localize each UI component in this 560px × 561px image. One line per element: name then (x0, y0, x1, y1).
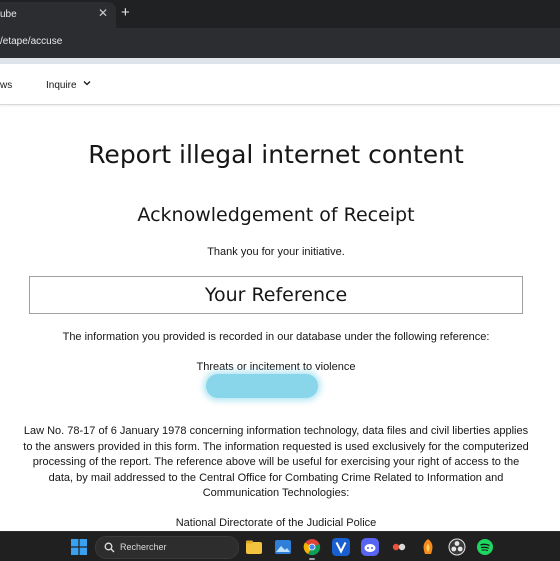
address-bar[interactable]: /etape/accuse (0, 28, 560, 58)
reference-heading: Your Reference (204, 284, 348, 306)
obs-icon[interactable] (448, 538, 466, 556)
file-explorer-icon[interactable] (245, 538, 263, 556)
thanks-message: Thank you for your initiative. (207, 246, 345, 258)
fl-studio-icon[interactable] (419, 538, 437, 556)
app-icon[interactable] (390, 538, 408, 556)
vegas-icon[interactable] (332, 538, 350, 556)
page-subtitle: Acknowledgement of Receipt (137, 204, 415, 226)
photos-icon[interactable] (274, 538, 292, 556)
law-notice: Law No. 78-17 of 6 January 1978 concerni… (23, 425, 529, 499)
taskbar-search[interactable]: Rechercher (95, 536, 239, 559)
redaction-mark (206, 374, 318, 398)
reference-category: Threats or incitement to violence (196, 361, 356, 373)
new-tab-button[interactable]: + (121, 4, 130, 21)
close-tab-icon[interactable]: ✕ (98, 6, 108, 20)
windows-icon[interactable] (71, 539, 87, 555)
url-text[interactable]: /etape/accuse (0, 36, 62, 47)
chrome-icon[interactable] (303, 538, 321, 556)
spotify-icon[interactable] (476, 538, 494, 556)
discord-icon[interactable] (361, 538, 379, 556)
search-placeholder: Rechercher (120, 542, 167, 552)
tab-title: ube (0, 9, 17, 20)
page-title: Report illegal internet content (88, 140, 464, 169)
site-header: ws Inquire (0, 64, 560, 105)
directorate-name: National Directorate of the Judicial Pol… (175, 517, 377, 529)
taskbar: Rechercher (0, 531, 560, 561)
search-icon (104, 542, 115, 553)
nav-item-news[interactable]: ws (0, 80, 12, 91)
browser-tab-bar: ube ✕ + (0, 0, 560, 28)
chevron-down-icon[interactable] (82, 78, 92, 88)
info-text: The information you provided is recorded… (62, 331, 490, 343)
reference-box: Your Reference (29, 276, 523, 314)
nav-item-inquire[interactable]: Inquire (46, 80, 77, 91)
browser-tab[interactable]: ube ✕ (0, 2, 116, 28)
